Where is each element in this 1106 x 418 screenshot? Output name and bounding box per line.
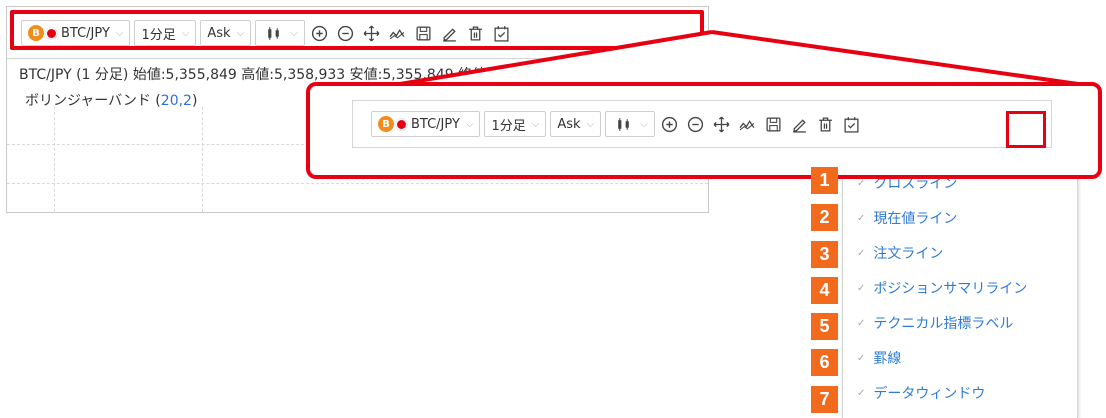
indicator-icon[interactable]: [737, 113, 759, 135]
price-type-select[interactable]: Ask ⌵: [550, 111, 602, 137]
japan-flag-icon: [396, 118, 407, 130]
display-settings-icon[interactable]: [841, 113, 863, 135]
timeframe-label: 1分足: [491, 118, 526, 134]
number-badge: 2: [811, 204, 838, 231]
toolbar-row: B BTC/JPY ⌵ 1分足 ⌵ Ask ⌵ ⌵: [371, 110, 867, 138]
chart-type-select[interactable]: ⌵: [605, 111, 655, 137]
zoom-in-icon[interactable]: [659, 113, 681, 135]
chevron-down-icon: ⌵: [531, 118, 540, 130]
number-badge: 5: [811, 313, 838, 340]
chevron-down-icon: ⌵: [586, 118, 595, 130]
number-badge: 1: [811, 167, 838, 194]
save-icon[interactable]: [763, 113, 785, 135]
timeframe-select[interactable]: 1分足 ⌵: [484, 111, 547, 137]
chevron-down-icon: ⌵: [640, 118, 648, 130]
candlestick-chart-icon: [612, 113, 634, 135]
number-badge: 3: [811, 241, 838, 268]
highlight-display-settings: [1006, 111, 1046, 148]
number-badge: 7: [811, 386, 838, 413]
symbol-select[interactable]: B BTC/JPY ⌵: [371, 111, 481, 137]
chevron-down-icon: ⌵: [465, 118, 474, 130]
number-badge: 6: [811, 349, 838, 376]
symbol-label: BTC/JPY: [411, 116, 460, 132]
price-type-label: Ask: [557, 116, 581, 132]
zoom-out-icon[interactable]: [685, 113, 707, 135]
zoomed-toolbar: B BTC/JPY ⌵ 1分足 ⌵ Ask ⌵ ⌵: [352, 100, 1052, 148]
callout-pointer: [387, 30, 1093, 88]
draw-pencil-icon[interactable]: [789, 113, 811, 135]
pan-icon[interactable]: [711, 113, 733, 135]
zoomed-toolbar-callout: B BTC/JPY ⌵ 1分足 ⌵ Ask ⌵ ⌵: [306, 82, 1102, 179]
number-badge: 4: [811, 277, 838, 304]
delete-icon[interactable]: [815, 113, 837, 135]
bitcoin-icon: B: [378, 116, 394, 132]
